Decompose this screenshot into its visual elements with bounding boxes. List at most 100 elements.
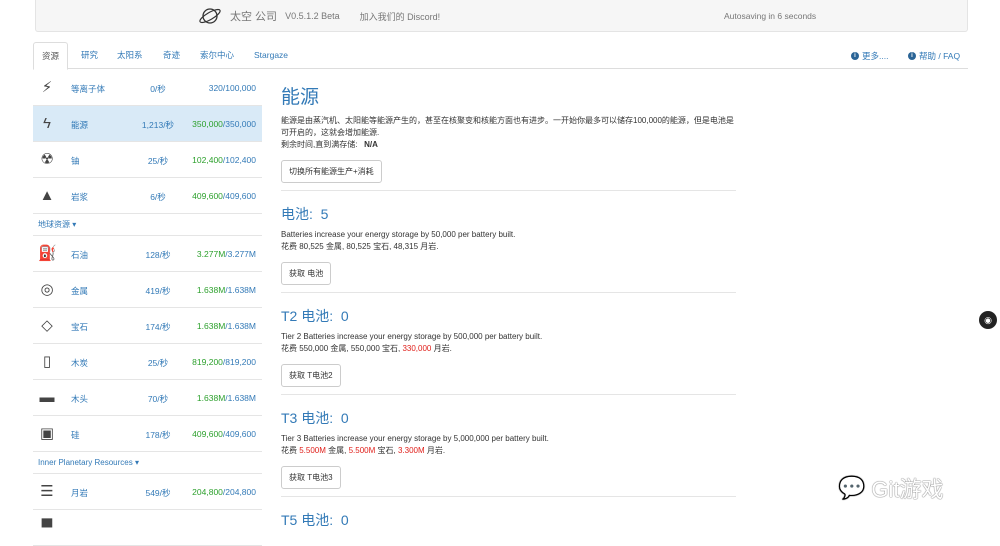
discord-link[interactable]: 加入我们的 Discord! (360, 10, 441, 23)
cost-value: 330,000 (402, 344, 432, 353)
lava-icon: ▲ (39, 187, 55, 204)
tab-solar-system[interactable]: 太阳系 (109, 42, 151, 69)
resource-row[interactable]: ϟ 能源 1,213/秒 350,000/350,000 (33, 106, 262, 142)
tab-stargaze[interactable]: Stargaze (246, 42, 296, 69)
resource-row[interactable]: ▲ 岩浆 6/秒 409,600/409,600 (33, 178, 262, 214)
battery-label: T3 电池: (281, 410, 334, 426)
resource-row[interactable]: ◇ 宝石 174/秒 1.638M/1.638M (33, 308, 262, 344)
battery-title: T5 电池: 0 (281, 510, 736, 530)
resource-amount: 1.638M/1.638M (197, 285, 256, 295)
current-amount: 1.638M (196, 393, 226, 403)
more-link[interactable]: i 更多.... (851, 50, 888, 62)
resource-rate: 549/秒 (145, 488, 171, 498)
autosave-status: Autosaving in 6 seconds (724, 11, 817, 21)
cost-unit: 月岩 (433, 344, 450, 353)
resource-row[interactable]: ▯ 木炭 25/秒 819,200/819,200 (33, 344, 262, 380)
current-amount: 102,400 (192, 155, 223, 165)
battery-cost: 花费 550,000 金属, 550,000 宝石, 330,000 月岩. (281, 344, 452, 353)
toggle-energy-button[interactable]: 切换所有能源生产+消耗 (281, 160, 382, 183)
game-title: 太空 公司 (230, 11, 278, 23)
cost-value: 48,315 (393, 242, 419, 251)
watermark-text: Git游戏 (871, 477, 944, 502)
buy-battery-button[interactable]: 获取 T电池3 (281, 466, 341, 489)
resource-row[interactable]: ▀ (33, 510, 262, 546)
resource-rate: 1,213/秒 (141, 120, 175, 130)
resource-rate: 25/秒 (147, 156, 169, 166)
current-amount: 1.638M (196, 285, 226, 295)
wechat-icon: 💬 (838, 475, 866, 500)
current-amount: 409,600 (192, 191, 223, 201)
resource-name: 金属 (71, 286, 89, 296)
resource-name: 硅 (71, 430, 80, 440)
resource-group-toggle[interactable]: Inner Planetary Resources ▾ (33, 452, 262, 474)
resource-amount: 409,600/409,600 (192, 191, 256, 201)
resource-name: 铀 (71, 156, 80, 166)
watermark: 💬 Git游戏 (838, 472, 944, 504)
resource-group-toggle[interactable]: 地球资源 ▾ (33, 214, 262, 236)
plasma-icon: ⚡ (41, 79, 53, 96)
battery-label: 电池: (281, 206, 313, 222)
resource-amount: 204,800/204,800 (192, 487, 256, 497)
cost-value: 80,525 (346, 242, 371, 251)
buy-battery-button[interactable]: 获取 电池 (281, 262, 332, 285)
resource-sidebar: ⚡ 等离子体 0/秒 320/100,000 ϟ 能源 1,213/秒 350,… (33, 70, 262, 546)
resource-row[interactable]: ▬ 木头 70/秒 1.638M/1.638M (33, 380, 262, 416)
max-amount: /100,000 (222, 83, 256, 93)
resource-rate: 174/秒 (145, 322, 171, 332)
current-amount: 350,000 (192, 119, 223, 129)
energy-description: 能源是由蒸汽机、太阳能等能源产生的，甚至在核聚变和核能方面也有进步。一开始你最多… (281, 116, 734, 137)
top-bar: 太空 公司 V0.5.1.2 Beta 加入我们的 Discord! Autos… (35, 0, 968, 32)
resource-rate: 128/秒 (145, 250, 171, 260)
resource-row[interactable]: ▣ 硅 178/秒 409,600/409,600 (33, 416, 262, 452)
github-icon[interactable]: ◉ (979, 311, 997, 329)
battery-cost: 花费 5.500M 金属, 5.500M 宝石, 3.300M 月岩. (281, 446, 446, 455)
battery-section: T5 电池: 0 (281, 510, 736, 530)
battery-section: T2 电池: 0 Tier 2 Batteries increase your e… (281, 306, 736, 395)
page-title: 能源 (281, 87, 320, 108)
resource-row[interactable]: ⛽ 石油 128/秒 3.277M/3.277M (33, 236, 262, 272)
tab-research[interactable]: 研究 (73, 42, 106, 69)
cost-value: 80,525 (299, 242, 324, 251)
resource-rate: 178/秒 (145, 430, 171, 440)
tab-resources[interactable]: 资源 (33, 42, 69, 70)
max-amount: /102,400 (222, 155, 256, 165)
silicon-icon: ▣ (39, 425, 55, 442)
help-faq-link[interactable]: i 帮助 / FAQ (908, 50, 960, 62)
cost-unit: 宝石 (373, 242, 390, 251)
resource-name: 石油 (71, 250, 89, 260)
more-label: 更多.... (862, 51, 889, 61)
wood-icon: ▬ (39, 389, 55, 406)
cost-value: 550,000 (350, 344, 380, 353)
time-label: 剩余时间,直到满存储: (281, 140, 358, 149)
main-tabs: 资源 研究 太阳系 奇迹 索尔中心 Stargaze i 更多.... i 帮助 /… (33, 42, 968, 70)
tab-wonders[interactable]: 奇迹 (155, 42, 188, 69)
resource-row[interactable]: ☰ 月岩 549/秒 204,800/204,800 (33, 474, 262, 510)
resource-row[interactable]: ⚡ 等离子体 0/秒 320/100,000 (33, 70, 262, 106)
current-amount: 320 (208, 83, 223, 93)
cost-prefix: 花费 (281, 344, 297, 353)
buy-battery-button[interactable]: 获取 T电池2 (281, 364, 341, 387)
toggle-section: 切换所有能源生产+消耗 (281, 151, 736, 191)
max-amount: /350,000 (222, 119, 256, 129)
current-amount: 3.277M (196, 249, 226, 259)
battery-section: T3 电池: 0 Tier 3 Batteries increase your e… (281, 408, 736, 497)
metal-icon: ◎ (40, 281, 54, 298)
planet-logo-icon (199, 8, 221, 24)
resource-icon: ▀ (41, 519, 53, 536)
cost-value: 3.300M (397, 446, 425, 455)
max-amount: /819,200 (222, 357, 256, 367)
resource-row[interactable]: ☢ 铀 25/秒 102,400/102,400 (33, 142, 262, 178)
resource-amount: 1.638M/1.638M (197, 393, 256, 403)
charcoal-icon: ▯ (42, 353, 52, 370)
battery-title: 电池: 5 (281, 204, 736, 224)
time-to-full: 剩余时间,直到满存储: N/A (281, 139, 736, 151)
tab-sol-center[interactable]: 索尔中心 (192, 42, 242, 69)
resource-amount: 102,400/102,400 (192, 155, 256, 165)
max-amount: /1.638M (225, 285, 256, 295)
resource-row[interactable]: ◎ 金属 419/秒 1.638M/1.638M (33, 272, 262, 308)
battery-section: 电池: 5 Batteries increase your energy stor… (281, 204, 736, 293)
help-label: 帮助 / FAQ (919, 51, 961, 61)
max-amount: /409,600 (222, 191, 256, 201)
battery-title: T3 电池: 0 (281, 408, 736, 428)
battery-count: 5 (320, 206, 329, 222)
